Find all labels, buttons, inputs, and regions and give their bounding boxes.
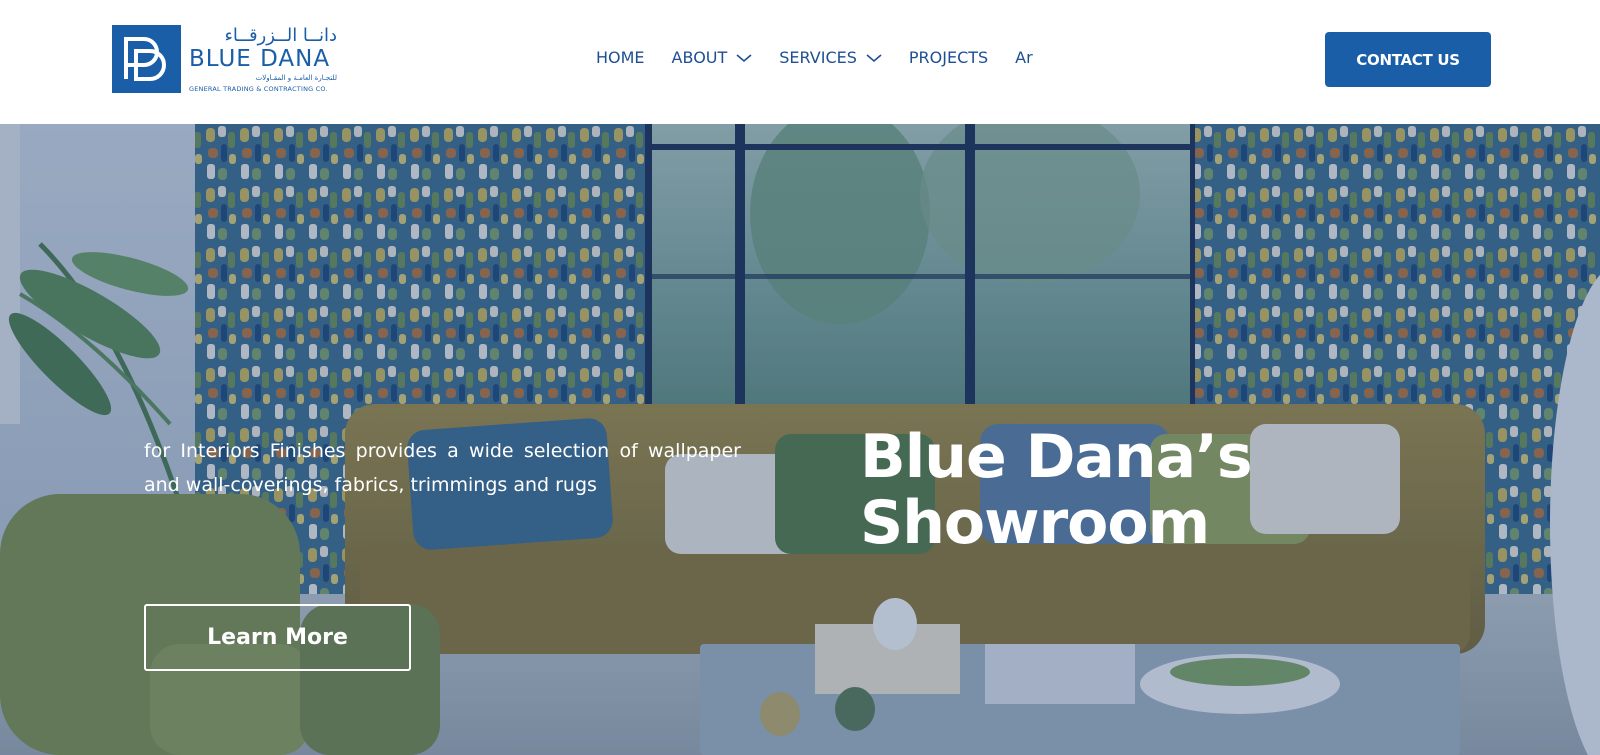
company-logo[interactable]: دانــا الــزرقــاء BLUE DANA للتجـارة ال…	[112, 25, 337, 95]
logo-name: BLUE DANA	[189, 46, 331, 72]
nav-item-label: Ar	[1015, 48, 1033, 67]
logo-arabic-subtitle: للتجـارة العامـة و المقـاولات	[255, 74, 337, 82]
main-nav: HOME ABOUT SERVICES PROJECTS Ar	[596, 48, 1033, 67]
nav-item-label: ABOUT	[671, 48, 728, 67]
hero-description: for Interiors Finishes provides a wide s…	[144, 440, 741, 496]
nav-item-label: SERVICES	[779, 48, 857, 67]
logo-arabic-name: دانــا الــزرقــاء	[224, 25, 337, 46]
chevron-down-icon	[866, 53, 882, 62]
logo-mark-icon	[112, 25, 181, 93]
nav-item-projects[interactable]: PROJECTS	[909, 48, 988, 67]
nav-item-services[interactable]: SERVICES	[779, 48, 882, 67]
hero-section: for Interiors Finishes provides a wide s…	[0, 124, 1600, 755]
nav-item-label: PROJECTS	[908, 48, 989, 67]
site-header: دانــا الــزرقــاء BLUE DANA للتجـارة ال…	[0, 0, 1600, 124]
contact-us-button[interactable]: CONTACT US	[1325, 32, 1491, 87]
nav-item-label: HOME	[596, 48, 645, 67]
hero-title-line-2: Showroom	[860, 488, 1210, 558]
hero-title-line-1: Blue Dana’s	[860, 422, 1253, 492]
logo-tagline: GENERAL TRADING & CONTRACTING CO.	[189, 85, 328, 93]
learn-more-button[interactable]: Learn More	[144, 604, 411, 671]
nav-item-home[interactable]: HOME	[596, 48, 645, 67]
chevron-down-icon	[736, 53, 752, 62]
hero-title: Blue Dana’s Showroom	[860, 424, 1280, 556]
nav-item-about[interactable]: ABOUT	[672, 48, 753, 67]
nav-item-language[interactable]: Ar	[1015, 48, 1033, 67]
logo-text-block: دانــا الــزرقــاء BLUE DANA للتجـارة ال…	[189, 25, 337, 95]
